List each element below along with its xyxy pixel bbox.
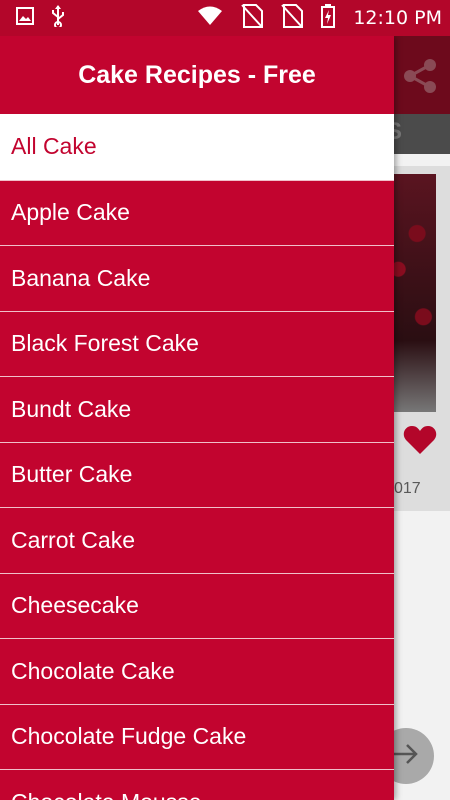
drawer-header: Cake Recipes - Free xyxy=(0,36,394,114)
wifi-icon xyxy=(197,6,223,31)
usb-icon xyxy=(50,4,66,32)
category-list: All Cake Apple Cake Banana Cake Black Fores… xyxy=(0,114,394,800)
drawer-item[interactable]: Chocolate Fudge Cake xyxy=(0,703,394,769)
no-sim-icon xyxy=(281,3,304,33)
navigation-drawer: Cake Recipes - Free All Cake Apple Cake Ba… xyxy=(0,36,394,800)
drawer-item[interactable]: Butter Cake xyxy=(0,441,394,507)
drawer-item[interactable]: Bundt Cake xyxy=(0,376,394,442)
drawer-item[interactable]: Cheesecake xyxy=(0,572,394,638)
arrow-right-icon xyxy=(392,742,420,771)
status-time: 12:10 PM xyxy=(353,7,442,29)
drawer-item[interactable]: All Cake xyxy=(0,114,394,180)
drawer-item[interactable]: Black Forest Cake xyxy=(0,310,394,376)
drawer-item[interactable]: Carrot Cake xyxy=(0,507,394,573)
app-title: Cake Recipes - Free xyxy=(78,60,316,89)
heart-icon[interactable] xyxy=(403,424,437,456)
image-icon xyxy=(16,6,34,30)
status-bar: 12:10 PM xyxy=(0,0,450,36)
recipe-date: 017 xyxy=(394,480,421,497)
no-sim-icon xyxy=(241,3,264,33)
share-icon[interactable] xyxy=(400,56,440,96)
drawer-item[interactable]: Chocolate Mousse xyxy=(0,769,394,800)
drawer-item[interactable]: Chocolate Cake xyxy=(0,638,394,704)
drawer-item[interactable]: Banana Cake xyxy=(0,245,394,311)
drawer-item[interactable]: Apple Cake xyxy=(0,179,394,245)
battery-charging-icon xyxy=(321,3,336,33)
